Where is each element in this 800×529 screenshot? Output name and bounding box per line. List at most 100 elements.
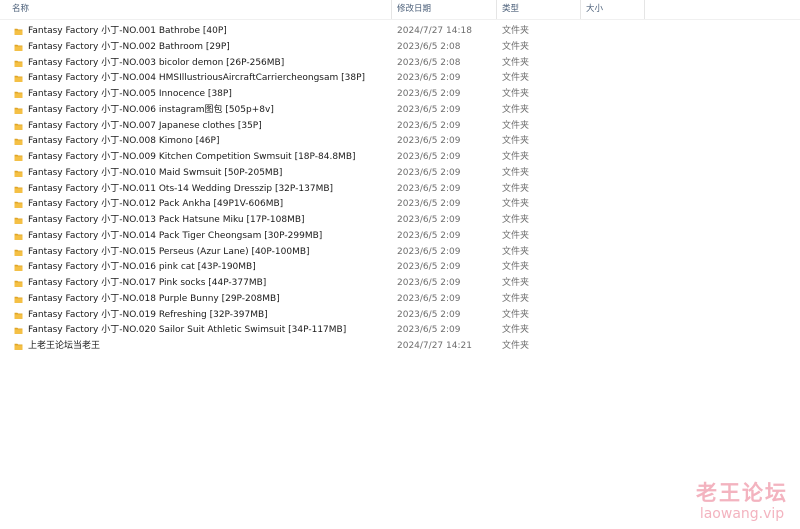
file-row[interactable]: Fantasy Factory 小丁-NO.018 Purple Bunny [… bbox=[0, 292, 800, 308]
file-modified-date: 2024/7/27 14:21 bbox=[397, 341, 472, 351]
file-list: Fantasy Factory 小丁-NO.001 Bathrobe [40P]… bbox=[0, 24, 800, 355]
file-name: Fantasy Factory 小丁-NO.011 Ots-14 Wedding… bbox=[28, 183, 334, 194]
file-modified-date: 2023/6/5 2:09 bbox=[397, 309, 461, 320]
file-type: 文件夹 bbox=[502, 41, 530, 52]
file-name: Fantasy Factory 小丁-NO.018 Purple Bunny [… bbox=[28, 293, 280, 304]
file-modified-date: 2024/7/27 14:18 bbox=[397, 26, 472, 36]
column-header-name[interactable]: 名称 ^ bbox=[7, 0, 392, 19]
file-modified-date: 2023/6/5 2:08 bbox=[397, 41, 461, 52]
file-row[interactable]: Fantasy Factory 小丁-NO.013 Pack Hatsune M… bbox=[0, 213, 800, 229]
file-row[interactable]: Fantasy Factory 小丁-NO.017 Pink socks [44… bbox=[0, 276, 800, 292]
file-modified-date: 2023/6/5 2:09 bbox=[397, 262, 461, 273]
file-type: 文件夹 bbox=[502, 183, 530, 194]
file-modified-date: 2023/6/5 2:09 bbox=[397, 230, 461, 241]
folder-icon bbox=[14, 154, 23, 161]
file-modified-date: 2023/6/5 2:09 bbox=[397, 215, 461, 225]
file-name: Fantasy Factory 小丁-NO.019 Refreshing [32… bbox=[28, 309, 268, 320]
file-modified-date: 2023/6/5 2:09 bbox=[397, 293, 461, 304]
file-row[interactable]: Fantasy Factory 小丁-NO.010 Maid Swmsuit [… bbox=[0, 166, 800, 182]
file-name: Fantasy Factory 小丁-NO.006 instagram图包 [5… bbox=[28, 104, 274, 115]
file-modified-date: 2023/6/5 2:09 bbox=[397, 183, 461, 194]
file-type: 文件夹 bbox=[502, 309, 530, 320]
file-type: 文件夹 bbox=[502, 26, 530, 36]
file-type: 文件夹 bbox=[502, 293, 530, 304]
watermark-title: 老王论坛 bbox=[696, 481, 788, 505]
column-header-type[interactable]: 类型 bbox=[497, 0, 581, 19]
file-row[interactable]: Fantasy Factory 小丁-NO.016 pink cat [43P-… bbox=[0, 260, 800, 276]
site-watermark: 老王论坛 laowang.vip bbox=[696, 480, 788, 523]
file-type: 文件夹 bbox=[502, 278, 530, 288]
file-row[interactable]: Fantasy Factory 小丁-NO.009 Kitchen Compet… bbox=[0, 150, 800, 166]
file-row[interactable]: Fantasy Factory 小丁-NO.014 Pack Tiger Che… bbox=[0, 229, 800, 245]
folder-icon bbox=[14, 327, 23, 335]
file-name: Fantasy Factory 小丁-NO.004 HMSIllustrious… bbox=[28, 73, 366, 84]
column-header-type-label: 类型 bbox=[502, 4, 520, 14]
file-name: Fantasy Factory 小丁-NO.003 bicolor demon … bbox=[28, 57, 285, 68]
sort-ascending-icon: ^ bbox=[202, 0, 209, 3]
file-name: Fantasy Factory 小丁-NO.010 Maid Swmsuit [… bbox=[28, 167, 283, 178]
file-row[interactable]: Fantasy Factory 小丁-NO.007 Japanese cloth… bbox=[0, 119, 800, 135]
file-row[interactable]: Fantasy Factory 小丁-NO.004 HMSIllustrious… bbox=[0, 71, 800, 87]
folder-icon bbox=[14, 296, 23, 303]
folder-icon bbox=[14, 343, 23, 350]
folder-icon bbox=[14, 107, 23, 114]
file-name: Fantasy Factory 小丁-NO.013 Pack Hatsune M… bbox=[28, 215, 305, 225]
file-type: 文件夹 bbox=[502, 199, 530, 210]
folder-icon bbox=[14, 217, 23, 224]
file-type: 文件夹 bbox=[502, 120, 530, 131]
file-row[interactable]: Fantasy Factory 小丁-NO.012 Pack Ankha [49… bbox=[0, 197, 800, 213]
file-modified-date: 2023/6/5 2:09 bbox=[397, 278, 461, 288]
watermark-domain: laowang.vip bbox=[699, 506, 785, 522]
file-row[interactable]: 上老王论坛当老王 2024/7/27 14:21 文件夹 bbox=[0, 339, 800, 355]
file-modified-date: 2023/6/5 2:09 bbox=[397, 136, 461, 147]
file-name: Fantasy Factory 小丁-NO.009 Kitchen Compet… bbox=[28, 152, 356, 162]
folder-icon bbox=[14, 264, 23, 272]
file-name: Fantasy Factory 小丁-NO.008 Kimono [46P] bbox=[28, 136, 220, 147]
file-row[interactable]: Fantasy Factory 小丁-NO.015 Perseus (Azur … bbox=[0, 245, 800, 261]
folder-icon bbox=[14, 249, 23, 256]
column-header-size[interactable]: 大小 bbox=[581, 0, 645, 19]
file-row[interactable]: Fantasy Factory 小丁-NO.008 Kimono [46P] 20… bbox=[0, 134, 800, 150]
file-modified-date: 2023/6/5 2:09 bbox=[397, 89, 461, 99]
file-type: 文件夹 bbox=[502, 57, 530, 68]
file-modified-date: 2023/6/5 2:09 bbox=[397, 104, 461, 115]
file-type: 文件夹 bbox=[502, 325, 530, 336]
file-row[interactable]: Fantasy Factory 小丁-NO.001 Bathrobe [40P]… bbox=[0, 24, 800, 40]
file-name: Fantasy Factory 小丁-NO.002 Bathroom [29P] bbox=[28, 41, 230, 52]
column-header-date[interactable]: 修改日期 bbox=[392, 0, 497, 19]
file-modified-date: 2023/6/5 2:09 bbox=[397, 199, 461, 210]
file-type: 文件夹 bbox=[502, 73, 530, 84]
file-name: 上老王论坛当老王 bbox=[28, 341, 101, 351]
file-type: 文件夹 bbox=[502, 152, 530, 162]
file-type: 文件夹 bbox=[502, 215, 530, 225]
column-header-name-label: 名称 bbox=[12, 4, 30, 14]
folder-icon bbox=[14, 28, 23, 35]
file-type: 文件夹 bbox=[502, 246, 530, 257]
column-header-bar: 名称 ^ 修改日期 类型 大小 bbox=[0, 0, 800, 20]
file-name: Fantasy Factory 小丁-NO.017 Pink socks [44… bbox=[28, 278, 267, 288]
folder-icon bbox=[14, 170, 23, 177]
file-modified-date: 2023/6/5 2:09 bbox=[397, 325, 461, 336]
file-row[interactable]: Fantasy Factory 小丁-NO.003 bicolor demon … bbox=[0, 56, 800, 72]
file-explorer: 名称 ^ 修改日期 类型 大小 Fantasy Factory 小丁-NO.00… bbox=[0, 0, 800, 529]
file-row[interactable]: Fantasy Factory 小丁-NO.019 Refreshing [32… bbox=[0, 308, 800, 324]
file-name: Fantasy Factory 小丁-NO.014 Pack Tiger Che… bbox=[28, 230, 323, 241]
file-name: Fantasy Factory 小丁-NO.001 Bathrobe [40P] bbox=[28, 26, 227, 36]
file-row[interactable]: Fantasy Factory 小丁-NO.011 Ots-14 Wedding… bbox=[0, 182, 800, 198]
file-modified-date: 2023/6/5 2:09 bbox=[397, 246, 461, 257]
file-name: Fantasy Factory 小丁-NO.015 Perseus (Azur … bbox=[28, 246, 310, 257]
file-type: 文件夹 bbox=[502, 89, 530, 99]
file-row[interactable]: Fantasy Factory 小丁-NO.002 Bathroom [29P]… bbox=[0, 40, 800, 56]
file-row[interactable]: Fantasy Factory 小丁-NO.006 instagram图包 [5… bbox=[0, 103, 800, 119]
file-row[interactable]: Fantasy Factory 小丁-NO.005 Innocence [38P… bbox=[0, 87, 800, 103]
file-type: 文件夹 bbox=[502, 262, 530, 273]
file-type: 文件夹 bbox=[502, 136, 530, 147]
folder-icon bbox=[14, 186, 23, 193]
file-type: 文件夹 bbox=[502, 230, 530, 241]
file-row[interactable]: Fantasy Factory 小丁-NO.020 Sailor Suit At… bbox=[0, 323, 800, 339]
file-name: Fantasy Factory 小丁-NO.020 Sailor Suit At… bbox=[28, 325, 347, 336]
file-modified-date: 2023/6/5 2:09 bbox=[397, 73, 461, 84]
file-name: Fantasy Factory 小丁-NO.007 Japanese cloth… bbox=[28, 120, 262, 131]
folder-icon bbox=[14, 280, 23, 287]
folder-icon bbox=[14, 75, 23, 83]
